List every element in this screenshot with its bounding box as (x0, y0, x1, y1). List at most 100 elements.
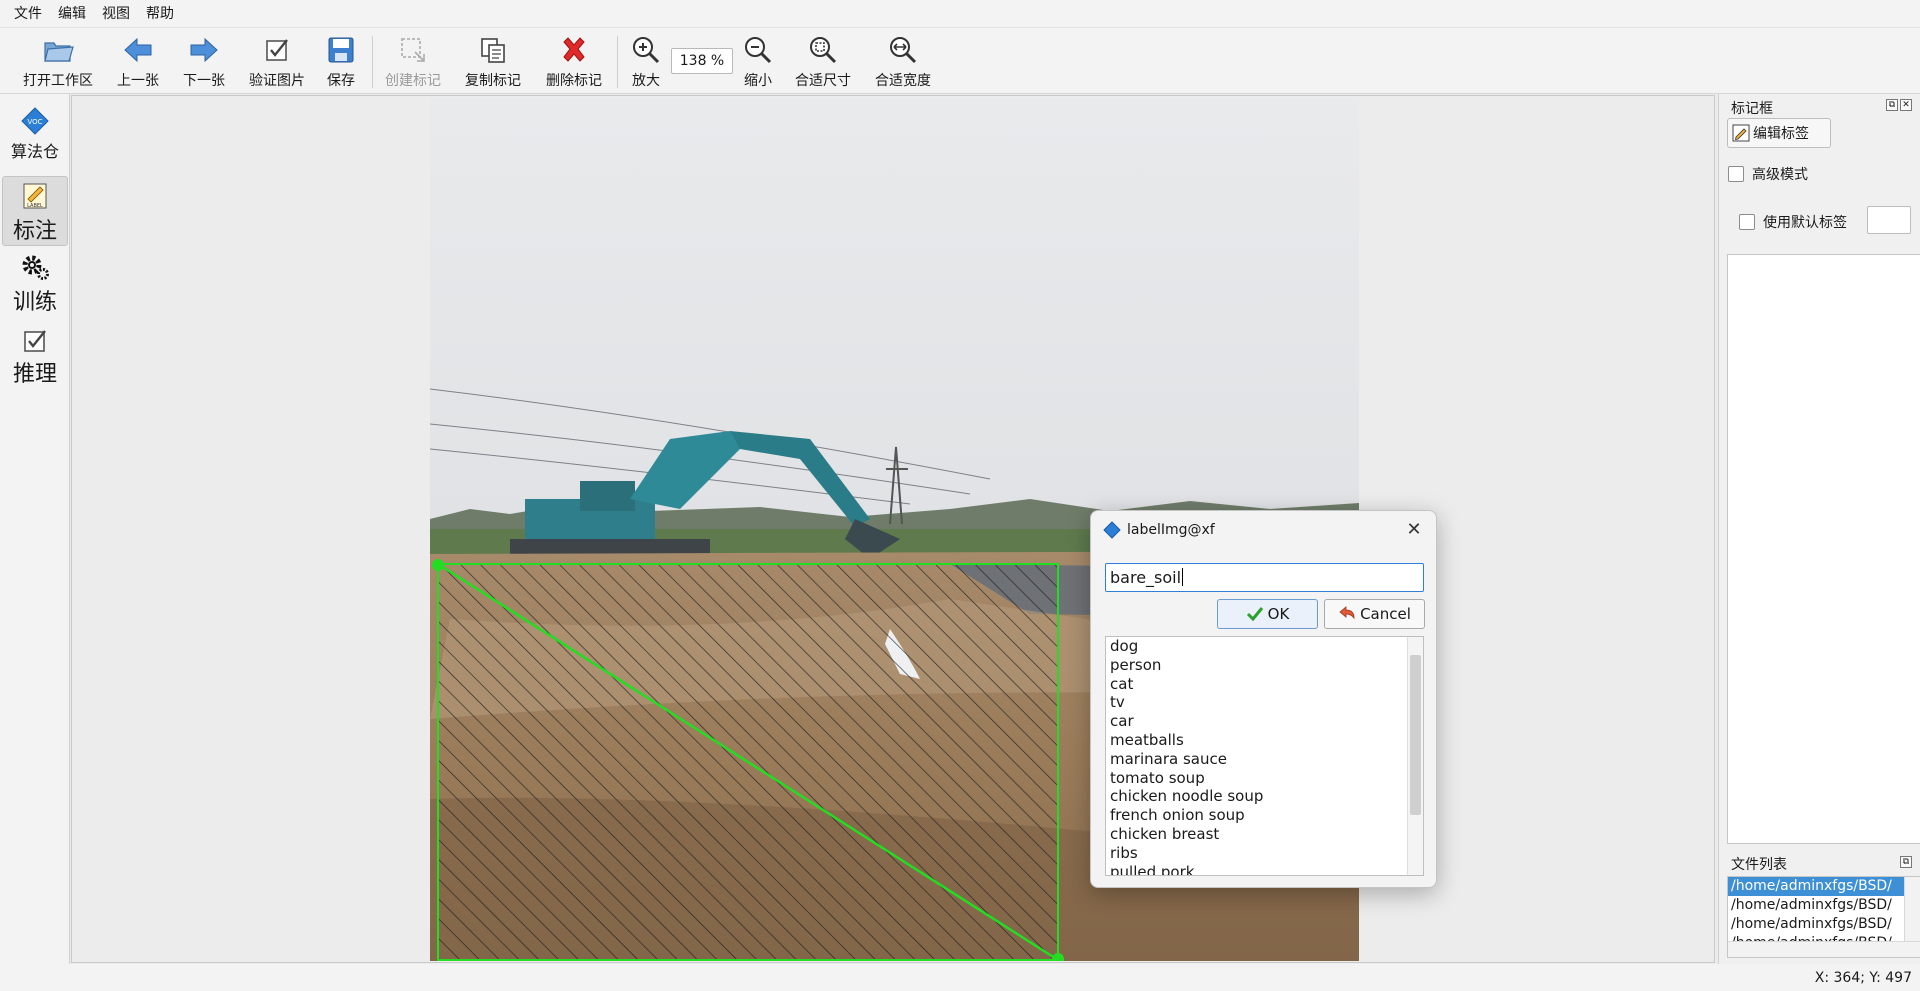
nav-algorithm-store[interactable]: VOC 算法仓 (0, 106, 70, 176)
save-button[interactable]: 保存 (320, 28, 362, 94)
cancel-label: Cancel (1360, 605, 1411, 623)
float-icon[interactable]: ⧉ (1900, 856, 1912, 868)
close-icon[interactable]: ✕ (1900, 99, 1912, 111)
file-list[interactable]: /home/adminxfgs/BSD/ /home/adminxfgs/BSD… (1727, 876, 1920, 958)
dialog-title: labelImg@xf (1127, 522, 1215, 538)
nav-train[interactable]: 训练 (0, 252, 70, 322)
label-option[interactable]: french onion soup (1106, 806, 1423, 825)
left-nav: VOC 算法仓 LABEL 标注 训练 推理 (0, 94, 70, 964)
edit-label-button[interactable]: 编辑标签 (1727, 118, 1831, 148)
voc-tag-icon: VOC (21, 107, 49, 135)
label-option[interactable]: tomato soup (1106, 769, 1423, 788)
open-workspace-label: 打开工作区 (23, 73, 93, 89)
zoom-in-icon (629, 33, 663, 67)
label-name-input[interactable]: bare_soil (1105, 563, 1424, 592)
label-suggestion-list[interactable]: dog person cat tv car meatballs marinara… (1105, 636, 1424, 876)
nav-inference-label: 推理 (12, 362, 57, 387)
label-option[interactable]: cat (1106, 675, 1423, 694)
nav-algorithm-store-label: 算法仓 (10, 142, 59, 161)
file-list-item[interactable]: /home/adminxfgs/BSD/ (1728, 915, 1904, 934)
label-option[interactable]: chicken noodle soup (1106, 787, 1423, 806)
folder-icon (41, 33, 75, 67)
status-bar: X: 364; Y: 497 (0, 964, 1920, 991)
zoom-in-button[interactable]: 放大 (624, 28, 668, 94)
checkbox-icon (24, 330, 46, 352)
use-default-label-box[interactable] (1739, 214, 1755, 230)
advanced-mode-label: 高级模式 (1752, 167, 1808, 183)
file-list-title: 文件列表 (1731, 857, 1787, 873)
zoom-out-label: 缩小 (744, 73, 772, 89)
verify-image-button[interactable]: 验证图片 (244, 28, 310, 94)
menu-edit[interactable]: 编辑 (50, 0, 94, 28)
label-option[interactable]: person (1106, 656, 1423, 675)
close-icon[interactable]: ✕ (1402, 517, 1426, 541)
create-box-icon (396, 33, 430, 67)
nav-annotate[interactable]: LABEL 标注 (2, 176, 68, 246)
svg-text:VOC: VOC (27, 118, 42, 126)
advanced-mode-checkbox[interactable]: 高级模式 (1728, 164, 1808, 184)
default-label-input[interactable] (1867, 206, 1911, 234)
menu-file[interactable]: 文件 (6, 0, 50, 28)
copy-box-label: 复制标记 (465, 73, 521, 89)
fit-size-button[interactable]: 合适尺寸 (790, 28, 856, 94)
menu-bar: 文件 编辑 视图 帮助 (0, 0, 1920, 28)
label-list-scrollbar[interactable] (1407, 637, 1423, 875)
save-label: 保存 (327, 73, 355, 89)
file-list-item[interactable]: /home/adminxfgs/BSD/ (1728, 877, 1904, 896)
file-list-horizontal-scrollbar[interactable] (1728, 941, 1920, 957)
menu-view[interactable]: 视图 (94, 0, 138, 28)
open-workspace-button[interactable]: 打开工作区 (14, 28, 102, 94)
menu-help[interactable]: 帮助 (138, 0, 182, 28)
delete-box-button[interactable]: 删除标记 (541, 28, 607, 94)
advanced-mode-box[interactable] (1728, 166, 1744, 182)
gears-icon (22, 255, 49, 280)
fit-size-icon (806, 33, 840, 67)
next-image-label: 下一张 (183, 73, 225, 89)
image-canvas[interactable] (71, 95, 1715, 963)
checkbox-icon (260, 33, 294, 67)
nav-train-label: 训练 (12, 290, 57, 315)
prev-image-button[interactable]: 上一张 (112, 28, 164, 94)
label-option[interactable]: pulled pork (1106, 863, 1423, 875)
ok-button[interactable]: OK (1217, 599, 1318, 629)
label-option[interactable]: car (1106, 712, 1423, 731)
arrow-left-icon (121, 33, 155, 67)
dialog-title-bar: labelImg@xf (1103, 521, 1215, 539)
fit-width-icon (886, 33, 920, 67)
toolbar: 打开工作区 上一张 下一张 验证图片 保存 创建标记 复制标记 删除标记 放大 … (0, 28, 1920, 94)
create-box-button[interactable]: 创建标记 (380, 28, 446, 94)
zoom-value-input[interactable]: 138 % (671, 48, 733, 74)
label-list[interactable] (1727, 254, 1920, 844)
label-option[interactable]: ribs (1106, 844, 1423, 863)
label-option[interactable]: chicken breast (1106, 825, 1423, 844)
cancel-button[interactable]: Cancel (1324, 599, 1425, 629)
label-image-icon: LABEL (23, 183, 47, 209)
scrollbar-thumb[interactable] (1410, 655, 1421, 815)
label-name-value: bare_soil (1110, 568, 1182, 587)
file-list-item[interactable]: /home/adminxfgs/BSD/ (1728, 896, 1904, 915)
edit-icon (1732, 124, 1750, 142)
nav-annotate-label: 标注 (12, 219, 57, 244)
label-option[interactable]: marinara sauce (1106, 750, 1423, 769)
label-option[interactable]: meatballs (1106, 731, 1423, 750)
float-icon[interactable]: ⧉ (1886, 99, 1898, 111)
fit-width-button[interactable]: 合适宽度 (870, 28, 936, 94)
file-panel-controls: ⧉ (1900, 856, 1912, 868)
label-dialog: labelImg@xf ✕ bare_soil OK Cancel dog pe… (1090, 510, 1437, 888)
copy-box-button[interactable]: 复制标记 (460, 28, 526, 94)
use-default-label-checkbox[interactable]: 使用默认标签 (1739, 212, 1847, 232)
red-x-icon (557, 33, 591, 67)
zoom-out-button[interactable]: 缩小 (736, 28, 780, 94)
verify-image-label: 验证图片 (249, 73, 305, 89)
undo-arrow-icon (1339, 606, 1355, 620)
cursor-coordinates: X: 364; Y: 497 (1814, 970, 1912, 986)
label-option[interactable]: tv (1106, 693, 1423, 712)
next-image-button[interactable]: 下一张 (178, 28, 230, 94)
label-option[interactable]: dog (1106, 637, 1423, 656)
copy-icon (476, 33, 510, 67)
file-list-vertical-scrollbar[interactable] (1904, 877, 1920, 941)
edit-label-text: 编辑标签 (1753, 126, 1809, 142)
prev-image-label: 上一张 (117, 73, 159, 89)
nav-inference[interactable]: 推理 (0, 328, 70, 398)
app-tag-icon (1103, 521, 1121, 539)
